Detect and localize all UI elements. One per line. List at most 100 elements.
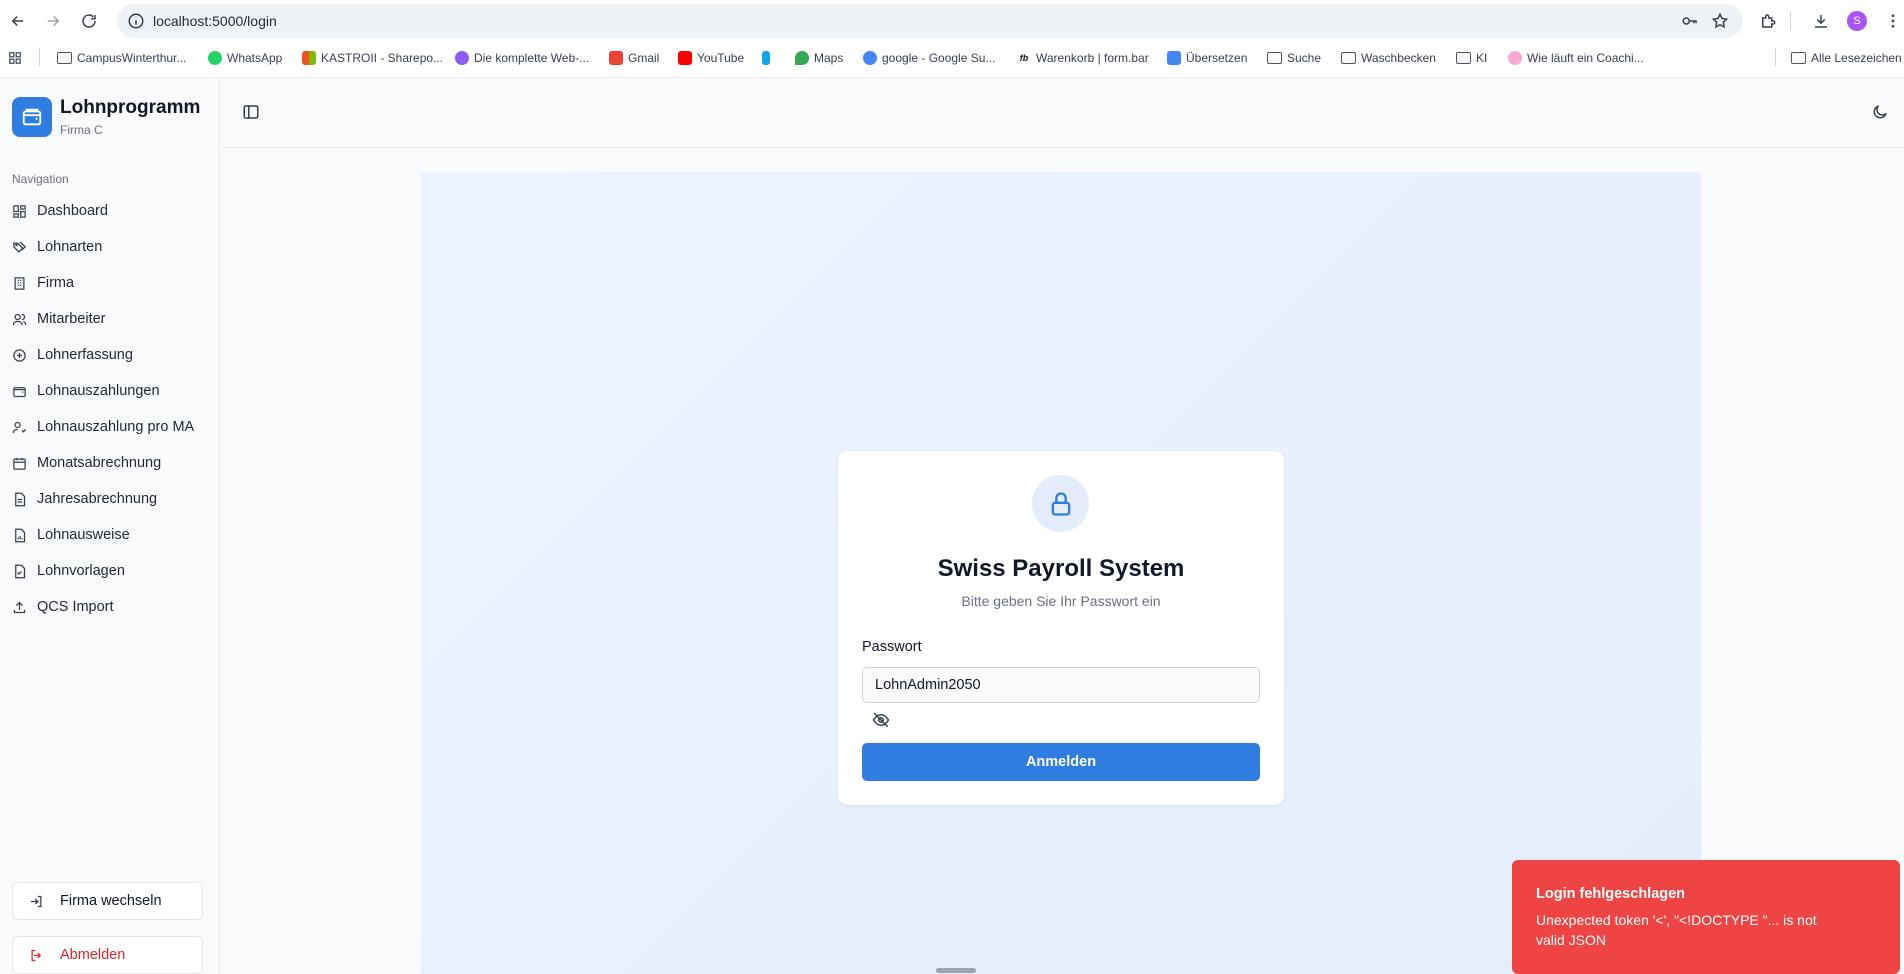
- bookmark-label: Waschbecken: [1361, 51, 1436, 65]
- bookmarks-divider: [39, 48, 40, 66]
- address-bar[interactable]: localhost:5000/login: [117, 4, 1743, 38]
- file-text-icon: [15, 492, 26, 506]
- toast-title: Login fehlgeschlagen: [1536, 886, 1686, 902]
- password-label: Passwort: [862, 639, 922, 655]
- extensions-button[interactable]: [1755, 8, 1781, 34]
- reload-button[interactable]: [76, 8, 102, 34]
- eye-off-icon[interactable]: [872, 711, 890, 729]
- sidebar-item-dashboard[interactable]: Dashboard: [12, 199, 108, 223]
- url-text[interactable]: localhost:5000/login: [153, 13, 277, 29]
- switch-company-button[interactable]: Firma wechseln: [12, 882, 203, 920]
- bookmark-label: Warenkorb | form.bar: [1036, 51, 1149, 65]
- bookmark-kastroii[interactable]: KASTROII - Sharepo...: [302, 50, 443, 66]
- bookmark-label: Maps: [814, 51, 844, 65]
- tags-icon: [13, 240, 27, 253]
- maps-icon: [795, 51, 809, 65]
- bookmark-campuswinterthur[interactable]: CampusWinterthur...: [57, 50, 186, 66]
- download-icon: [1815, 15, 1827, 28]
- bookmark-waschbecken[interactable]: Waschbecken: [1341, 50, 1436, 66]
- sidebar-item-lohnerfassung[interactable]: Lohnerfassung: [12, 343, 133, 367]
- bookmark-label: Suche: [1287, 51, 1322, 65]
- logout-button[interactable]: Abmelden: [12, 936, 203, 974]
- star-icon[interactable]: [1711, 12, 1729, 30]
- switch-company-label: Firma wechseln: [60, 893, 162, 909]
- login-title: Swiss Payroll System: [937, 555, 1185, 582]
- sidebar-item-lohnauszahlung-pro-ma[interactable]: Lohnauszahlung pro MA: [12, 415, 194, 439]
- company-name: Firma C: [60, 123, 103, 137]
- bookmark-gmail[interactable]: Gmail: [609, 50, 659, 66]
- sidebar-item-lohnauszahlungen[interactable]: Lohnauszahlungen: [12, 379, 160, 403]
- login-subtitle: Bitte geben Sie Ihr Passwort ein: [961, 593, 1161, 609]
- sidebar-item-lohnvorlagen[interactable]: Lohnvorlagen: [12, 559, 125, 583]
- folder-icon: [57, 52, 72, 64]
- upload-icon: [13, 601, 26, 613]
- folder-icon: [1791, 52, 1806, 64]
- moon-icon[interactable]: [1871, 103, 1889, 121]
- folder-icon: [1456, 52, 1471, 64]
- app-title: Lohnprogramm: [60, 97, 201, 118]
- toast-message: Unexpected token '<', "<!DOCTYPE "... is…: [1536, 912, 1817, 948]
- bookmark-suche[interactable]: Suche: [1267, 50, 1321, 66]
- bookmark-youtube[interactable]: YouTube: [678, 50, 744, 66]
- login-button[interactable]: Anmelden: [862, 743, 1260, 781]
- error-toast[interactable]: Login fehlgeschlagen Unexpected token '<…: [1512, 860, 1900, 974]
- info-icon[interactable]: [127, 12, 145, 30]
- sidebar-item-monatsabrechnung[interactable]: Monatsabrechnung: [12, 451, 161, 475]
- bookmark-whatsapp[interactable]: WhatsApp: [208, 50, 282, 66]
- nav-section-label: Navigation: [12, 172, 69, 186]
- sidebar-item-lohnarten[interactable]: Lohnarten: [12, 235, 102, 259]
- users-icon: [12, 313, 27, 325]
- bookmark-coaching[interactable]: Wie läuft ein Coachi...: [1508, 50, 1644, 66]
- wallet-icon: [13, 386, 26, 397]
- downloads-button[interactable]: [1808, 8, 1834, 34]
- bookmark-maps[interactable]: Maps: [795, 50, 843, 66]
- sidebar: Lohnprogramm Firma C Navigation Dashboar…: [0, 79, 220, 974]
- sidebar-item-label: Mitarbeiter: [37, 311, 106, 327]
- sidebar-item-label: Firma: [37, 275, 75, 291]
- bookmark-uebersetzen[interactable]: Übersetzen: [1167, 50, 1247, 66]
- user-check-icon: [12, 421, 27, 433]
- back-button[interactable]: [5, 8, 31, 34]
- bookmark-label: WhatsApp: [227, 51, 283, 65]
- forward-button[interactable]: [40, 8, 66, 34]
- gmail-icon: [609, 51, 623, 65]
- sidebar-item-label: Lohnausweise: [37, 527, 130, 543]
- sidebar-toggle-icon[interactable]: [242, 103, 260, 121]
- profile-avatar[interactable]: S: [1847, 11, 1867, 31]
- bookmark-label: Wie läuft ein Coachi...: [1527, 51, 1644, 65]
- arrow-left-icon: [11, 15, 24, 27]
- more-vertical-icon: [1891, 14, 1895, 28]
- sidebar-item-lohnausweise[interactable]: Lohnausweise: [12, 523, 130, 547]
- sidebar-item-label: Monatsabrechnung: [37, 455, 162, 471]
- sidebar-item-jahresabrechnung[interactable]: Jahresabrechnung: [12, 487, 157, 511]
- bookmark-web[interactable]: Die komplette Web-...: [455, 50, 589, 66]
- bookmark-google[interactable]: google - Google Su...: [863, 50, 995, 66]
- bookmark-label: CampusWinterthur...: [77, 51, 187, 65]
- sidebar-item-label: Lohnarten: [37, 239, 103, 255]
- file-check-icon: [15, 564, 26, 578]
- folder-icon: [1341, 52, 1356, 64]
- building-icon: [14, 276, 25, 290]
- bookmark-label: Alle Lesezeichen: [1811, 51, 1902, 65]
- resize-handle[interactable]: [936, 968, 976, 973]
- formbar-icon: fb: [1019, 53, 1029, 63]
- bookmark-label: Übersetzen: [1186, 51, 1248, 65]
- sidebar-item-label: Lohnvorlagen: [37, 563, 125, 579]
- bookmark-all[interactable]: Alle Lesezeichen: [1791, 50, 1902, 66]
- bookmark-unnamed[interactable]: [762, 50, 775, 66]
- apps-button[interactable]: [8, 50, 22, 66]
- sidebar-item-firma[interactable]: Firma: [12, 271, 74, 295]
- bookmark-warenkorb[interactable]: fb Warenkorb | form.bar: [1017, 50, 1149, 66]
- menu-button[interactable]: [1880, 8, 1904, 34]
- puzzle-icon: [1762, 14, 1776, 28]
- key-icon[interactable]: [1681, 12, 1699, 30]
- app-header: [221, 79, 1904, 148]
- bookmark-label: KI: [1476, 51, 1488, 65]
- log-out-icon: [31, 949, 42, 961]
- bookmark-label: Gmail: [628, 51, 660, 65]
- sidebar-item-mitarbeiter[interactable]: Mitarbeiter: [12, 307, 106, 331]
- bookmark-ki[interactable]: KI: [1456, 50, 1487, 66]
- grid-icon: [13, 204, 26, 218]
- password-field[interactable]: [862, 667, 1260, 703]
- sidebar-item-qcs-import[interactable]: QCS Import: [12, 595, 114, 619]
